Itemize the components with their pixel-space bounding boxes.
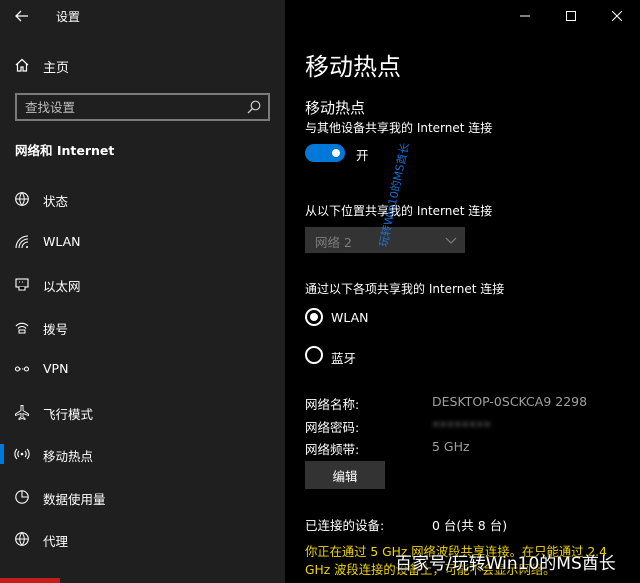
- minimize-button[interactable]: [502, 0, 548, 32]
- network-password-label: 网络密码:: [305, 420, 360, 435]
- section-heading: 移动热点: [305, 99, 366, 117]
- sidebar-item-label: 拨号: [43, 322, 69, 337]
- sidebar-item-proxy[interactable]: 代理: [0, 521, 285, 557]
- sidebar: 设置 主页 网络和 Internet 状态 WLAN 以太网 拨号 VPN 飞行…: [0, 0, 285, 583]
- edit-button[interactable]: 编辑: [305, 461, 385, 489]
- connected-devices-value: 0 台(共 8 台): [432, 518, 508, 533]
- back-arrow-icon: [15, 10, 28, 22]
- sidebar-item-label: 以太网: [43, 279, 81, 294]
- close-button[interactable]: [594, 0, 640, 32]
- hotspot-icon: [14, 448, 30, 460]
- network-band-value: 5 GHz: [432, 439, 470, 454]
- radio-bluetooth-label[interactable]: 蓝牙: [331, 348, 356, 367]
- sidebar-item-dialup[interactable]: 拨号: [0, 309, 285, 345]
- wifi-icon: [15, 235, 29, 249]
- network-band-label: 网络频带:: [305, 442, 360, 457]
- sidebar-item-hotspot[interactable]: 移动热点: [0, 436, 285, 472]
- sidebar-item-airplane[interactable]: 飞行模式: [0, 394, 285, 430]
- sidebar-item-label: 数据使用量: [43, 492, 106, 507]
- sidebar-item-label: 代理: [43, 534, 69, 549]
- window-title: 设置: [56, 10, 81, 24]
- sidebar-item-vpn[interactable]: VPN: [0, 351, 285, 387]
- watermark-bottom: 百家号/玩转Win10的MS酋长: [395, 554, 616, 574]
- ethernet-icon: [15, 278, 29, 291]
- home-label: 主页: [43, 61, 70, 76]
- section-title: 网络和 Internet: [15, 143, 115, 158]
- sidebar-item-label: VPN: [43, 361, 69, 376]
- maximize-button[interactable]: [548, 0, 594, 32]
- active-indicator: [0, 444, 4, 464]
- sidebar-item-label: 状态: [43, 194, 69, 209]
- taskbar-fragment: [0, 578, 60, 583]
- sidebar-item-data-usage[interactable]: 数据使用量: [0, 479, 285, 515]
- share-over-label: 通过以下各项共享我的 Internet 连接: [305, 282, 505, 296]
- sidebar-item-label: WLAN: [43, 234, 81, 249]
- radio-wlan-label[interactable]: WLAN: [331, 310, 369, 325]
- search-icon[interactable]: [246, 99, 262, 115]
- radio-dot: [310, 313, 318, 321]
- back-button[interactable]: [12, 6, 32, 26]
- window-controls: [502, 0, 640, 32]
- connected-devices-label: 已连接的设备:: [305, 518, 385, 533]
- network-password-value: ••••••••: [432, 417, 491, 432]
- selected-value: 网络 2: [315, 235, 352, 250]
- sidebar-item-wlan[interactable]: WLAN: [0, 224, 285, 260]
- sidebar-item-ethernet[interactable]: 以太网: [0, 266, 285, 302]
- share-description: 与其他设备共享我的 Internet 连接: [305, 121, 493, 135]
- title-bar: 设置: [0, 0, 285, 32]
- maximize-icon: [566, 11, 576, 21]
- toggle-knob: [332, 149, 340, 157]
- dialup-icon: [15, 322, 29, 334]
- page-title: 移动热点: [305, 53, 401, 81]
- globe-icon: [15, 192, 29, 206]
- chevron-down-icon: [445, 237, 457, 244]
- search-input[interactable]: [25, 98, 235, 116]
- sidebar-item-label: 移动热点: [43, 449, 94, 464]
- radio-wlan[interactable]: [305, 308, 323, 326]
- sidebar-item-label: 飞行模式: [43, 407, 94, 422]
- toggle-state-label: 开: [356, 148, 369, 163]
- airplane-icon: [15, 405, 29, 420]
- minimize-icon: [520, 15, 530, 17]
- hotspot-toggle[interactable]: [305, 144, 345, 162]
- sidebar-item-status[interactable]: 状态: [0, 181, 285, 217]
- search-box[interactable]: [15, 93, 270, 121]
- radio-bluetooth[interactable]: [305, 346, 323, 364]
- network-name-label: 网络名称:: [305, 397, 360, 412]
- content-pane: 移动热点 移动热点 与其他设备共享我的 Internet 连接 开 从以下位置共…: [285, 0, 640, 583]
- close-icon: [612, 11, 622, 21]
- home-nav-item[interactable]: 主页: [0, 50, 285, 80]
- data-usage-icon: [15, 490, 29, 504]
- home-icon: [15, 58, 29, 72]
- globe-proxy-icon: [15, 532, 29, 546]
- vpn-icon: [14, 366, 30, 372]
- network-name-value: DESKTOP-0SCKCA9 2298: [432, 394, 588, 409]
